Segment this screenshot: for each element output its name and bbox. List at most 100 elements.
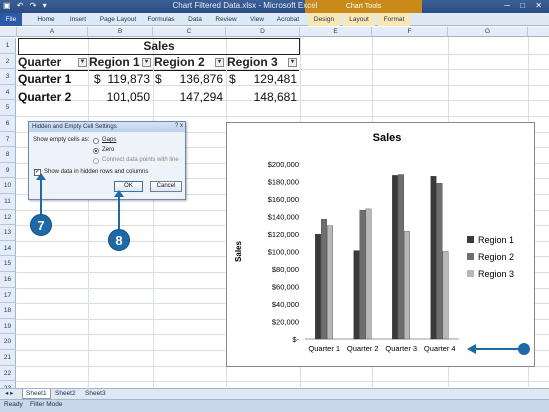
sheet-tab-sheet1[interactable]: Sheet1 [22, 389, 51, 399]
tab-review[interactable]: Review [211, 13, 241, 26]
header-cell-quarter[interactable]: Quarter ▼ [18, 55, 88, 71]
cell-q1-region-3[interactable]: 129,481 [244, 72, 297, 86]
filter-icon[interactable]: ▼ [78, 58, 87, 67]
dropdown-icon[interactable]: ▾ [288, 58, 297, 67]
show-empty-label: Show empty cells as: [33, 137, 90, 143]
row-gridline [16, 116, 549, 117]
row-header-14[interactable]: 14 [0, 240, 16, 257]
tab-design[interactable]: Design [308, 13, 340, 26]
legend-swatch [467, 236, 474, 243]
row-header-17[interactable]: 17 [0, 287, 16, 304]
column-header-d[interactable]: D [226, 27, 300, 37]
tab-format[interactable]: Format [378, 13, 410, 26]
ribbon-tab-row: File Home Insert Page Layout Formulas Da… [0, 13, 549, 26]
column-header-g[interactable]: G [448, 27, 528, 37]
bar-region-2-quarter-2 [359, 209, 366, 340]
row-header-21[interactable]: 21 [0, 350, 16, 366]
quick-access-toolbar[interactable]: ▣ ↶ ↷ ▾ [3, 1, 49, 10]
zero-label[interactable]: Zero [102, 147, 114, 153]
cancel-button[interactable]: Cancel [150, 181, 182, 192]
tab-home[interactable]: Home [32, 13, 60, 26]
header-cell-region-1[interactable]: Region 1 ▾ [89, 55, 153, 71]
row-header-3[interactable]: 3 [0, 69, 16, 85]
row-header-13[interactable]: 13 [0, 225, 16, 241]
tab-formulas[interactable]: Formulas [143, 13, 179, 26]
window-controls[interactable]: ─ □ ✕ [504, 1, 546, 10]
tab-view[interactable]: View [245, 13, 269, 26]
window-title: Chart Filtered Data.xlsx - Microsoft Exc… [172, 1, 318, 10]
row-header-1[interactable]: 1 [0, 38, 16, 54]
sheet-nav-arrows[interactable]: ◂ ▸ [2, 389, 16, 399]
connect-line-label[interactable]: Connect data points with line [102, 157, 179, 163]
row-header-16[interactable]: 16 [0, 272, 16, 288]
status-ready: Ready [4, 401, 23, 408]
bar-region-1-quarter-4 [430, 176, 437, 340]
column-header-row: A B C D E F G [0, 27, 549, 37]
row-header-20[interactable]: 20 [0, 334, 16, 350]
column-header-c[interactable]: C [153, 27, 226, 37]
y-tick-label: $140,000 [268, 213, 299, 222]
row-header-11[interactable]: 11 [0, 194, 16, 210]
dialog-title: Hidden and Empty Cell Settings [29, 122, 185, 132]
cell-q1-region-2[interactable]: 136,876 [170, 72, 223, 86]
row-header-9[interactable]: 9 [0, 162, 16, 179]
row-header-5[interactable]: 5 [0, 100, 16, 116]
header-cell-region-2[interactable]: Region 2 ▾ [154, 55, 226, 71]
row-header-22[interactable]: 22 [0, 365, 16, 382]
row-header-7[interactable]: 7 [0, 131, 16, 148]
select-all-corner[interactable] [0, 27, 17, 37]
cell-q2-region-3[interactable]: 148,681 [244, 90, 297, 104]
chart-title: Sales [373, 132, 402, 144]
row-header-10[interactable]: 10 [0, 178, 16, 194]
tab-data[interactable]: Data [183, 13, 207, 26]
cell-q2-region-2[interactable]: 147,294 [170, 90, 223, 104]
cell-quarter-2[interactable]: Quarter 2 [18, 90, 71, 104]
legend-entry: Region 2 [478, 252, 514, 262]
sheet-tab-sheet2[interactable]: Sheet2 [52, 389, 79, 399]
row-header-18[interactable]: 18 [0, 303, 16, 319]
tab-layout[interactable]: Layout [343, 13, 375, 26]
cell-q1-region-1[interactable]: 119,873 [104, 72, 151, 86]
show-hidden-data-label[interactable]: Show data in hidden rows and columns [44, 169, 148, 175]
row-header-19[interactable]: 19 [0, 318, 16, 335]
currency-symbol: $ [229, 72, 236, 86]
dropdown-icon[interactable]: ▾ [215, 58, 224, 67]
dropdown-icon[interactable]: ▾ [142, 58, 151, 67]
tab-insert[interactable]: Insert [63, 13, 93, 26]
column-gridline [153, 37, 154, 387]
gaps-label[interactable]: Gaps [102, 137, 116, 143]
sheet-tab-sheet3[interactable]: Sheet3 [82, 389, 109, 399]
column-gridline [88, 37, 89, 387]
column-header-f[interactable]: F [372, 27, 448, 37]
dialog-title-buttons[interactable]: ? x [175, 123, 183, 129]
y-tick-label: $200,000 [268, 160, 299, 169]
zero-radio[interactable] [93, 148, 99, 154]
callout-7-line [40, 178, 42, 214]
tab-page-layout[interactable]: Page Layout [97, 13, 139, 26]
cell-q2-region-1[interactable]: 101,050 [104, 90, 150, 104]
column-header-e[interactable]: E [300, 27, 372, 37]
row-header-15[interactable]: 15 [0, 256, 16, 272]
column-header-a[interactable]: A [17, 27, 88, 37]
connect-line-radio[interactable] [93, 158, 99, 164]
row-header-4[interactable]: 4 [0, 84, 16, 101]
bar-region-3-quarter-4 [442, 251, 449, 340]
hidden-empty-cell-settings-dialog: Hidden and Empty Cell Settings ? x Show … [28, 121, 186, 200]
header-cell-region-3[interactable]: Region 3 ▾ [227, 55, 299, 71]
y-tick-label: $100,000 [268, 248, 299, 257]
tab-file[interactable]: File [0, 13, 22, 26]
chart-object[interactable]: Sales Sales $- $20,000 $40,000 $60,000 $80,000… [226, 122, 535, 367]
table-title-cell[interactable]: Sales [18, 38, 300, 55]
gaps-radio[interactable] [93, 138, 99, 144]
cell-quarter-1[interactable]: Quarter 1 [18, 72, 71, 86]
row-header-2[interactable]: 2 [0, 53, 16, 70]
currency-symbol: $ [155, 72, 162, 86]
row-header-6[interactable]: 6 [0, 116, 16, 132]
column-header-b[interactable]: B [88, 27, 153, 37]
row-header-8[interactable]: 8 [0, 147, 16, 163]
row-header-12[interactable]: 12 [0, 209, 16, 226]
y-axis-label: Sales [234, 240, 243, 261]
tab-acrobat[interactable]: Acrobat [273, 13, 303, 26]
header-region-3-label: Region 3 [227, 55, 278, 69]
bar-chart: Sales Sales $- $20,000 $40,000 $60,000 $80,000… [234, 132, 514, 353]
